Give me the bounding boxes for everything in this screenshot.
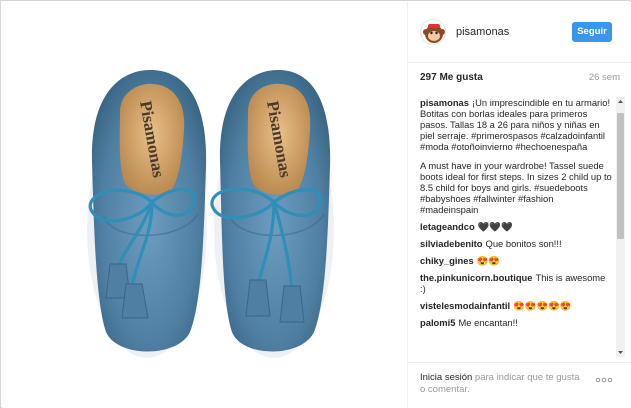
likes-row: 297 Me gusta 26 sem xyxy=(420,72,620,86)
likes-count[interactable]: 297 Me gusta xyxy=(420,72,483,83)
comment: chiky_gines 😍😍 xyxy=(420,255,612,266)
comment: silviadebenito Que bonitos son!!! xyxy=(420,238,612,249)
comment: A must have in your wardrobe! Tassel sue… xyxy=(420,160,612,215)
scroll-down-icon[interactable] xyxy=(616,348,625,357)
shoes-illustration: Pisamonas Pisamonas xyxy=(87,70,334,358)
comment-text: Que bonitos son!!! xyxy=(485,238,562,249)
comments-list: pisamonas ¡Un imprescindible en tu armari… xyxy=(420,97,612,359)
post-header: pisamonas Seguir xyxy=(408,2,631,63)
post-age: 26 sem xyxy=(588,72,620,83)
follow-button[interactable]: Seguir xyxy=(572,22,612,42)
username[interactable]: pisamonas xyxy=(456,26,509,38)
comment-user[interactable]: the.pinkunicorn.boutique xyxy=(420,272,533,283)
instagram-post-frame: Pisamonas Pisamonas pisamonas Seguir 297… xyxy=(0,0,631,408)
monkey-avatar-icon xyxy=(423,24,445,43)
avatar[interactable] xyxy=(420,19,446,45)
login-link[interactable]: Inicia sesión xyxy=(420,372,472,383)
comment-user[interactable]: letageandco xyxy=(420,221,475,232)
comment: letageandco 🖤🖤🖤 xyxy=(420,221,612,232)
comment: the.pinkunicorn.boutique This is awesome … xyxy=(420,272,612,294)
comment: pisamonas ¡Un imprescindible en tu armari… xyxy=(420,97,612,152)
comment-user[interactable]: silviadebenito xyxy=(420,238,483,249)
comment-text: 😍😍😍😍😍 xyxy=(513,300,572,311)
comment: palomi5 Me encantan!! xyxy=(420,317,612,328)
login-prompt: Inicia sesión para indicar que te gusta … xyxy=(420,372,585,396)
comment-text: A must have in your wardrobe! Tassel sue… xyxy=(420,160,612,215)
comment-user[interactable]: pisamonas xyxy=(420,97,469,108)
more-options-icon[interactable] xyxy=(594,375,614,385)
comment-user[interactable]: vistelesmodainfantil xyxy=(420,300,510,311)
post-image[interactable]: Pisamonas Pisamonas xyxy=(2,2,407,408)
comment-user[interactable]: palomi5 xyxy=(420,317,455,328)
comments-scrollbar[interactable] xyxy=(616,97,625,357)
comment: vistelesmodainfantil 😍😍😍😍😍 xyxy=(420,300,612,311)
comment-text: Me encantan!! xyxy=(458,317,518,328)
post-sidebar: pisamonas Seguir 297 Me gusta 26 sem pis… xyxy=(407,2,631,408)
scrollbar-thumb[interactable] xyxy=(617,113,624,239)
scroll-up-icon[interactable] xyxy=(616,97,625,106)
comment-user[interactable]: chiky_gines xyxy=(420,255,474,266)
post-footer: Inicia sesión para indicar que te gusta … xyxy=(408,362,631,408)
comment-text: 🖤🖤🖤 xyxy=(477,221,513,232)
comment-text: 😍😍 xyxy=(476,255,501,266)
